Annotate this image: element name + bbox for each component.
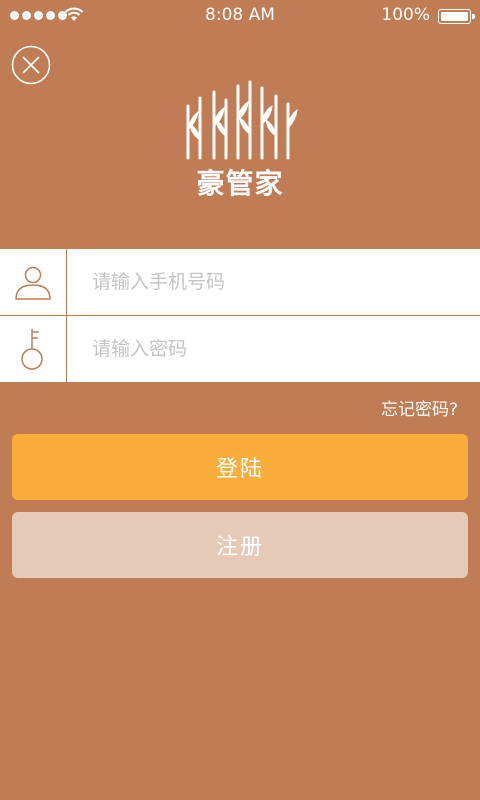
login-form: [0, 249, 480, 382]
phone-input[interactable]: [92, 262, 462, 302]
icon-column-divider: [66, 249, 67, 382]
app-logo-text: 豪管家: [196, 167, 284, 200]
password-row: [0, 316, 480, 382]
login-button[interactable]: 登陆: [12, 434, 468, 500]
register-button[interactable]: 注册: [12, 512, 468, 578]
key-icon: [0, 316, 66, 382]
status-bar: 8:08 AM 100%: [0, 0, 480, 32]
login-screen: 8:08 AM 100% 豪管家 请输入手机号码 忘记密码? 登陆 注册: [0, 0, 480, 800]
phone-row: [0, 249, 480, 315]
app-logo: 豪管家: [180, 78, 300, 200]
wheat-stalks-logo-icon: [186, 80, 298, 160]
user-icon: [0, 249, 66, 315]
battery-icon: [438, 9, 475, 24]
battery-percentage: 100%: [381, 5, 430, 25]
forgot-password-link[interactable]: 忘记密码?: [381, 395, 458, 420]
close-icon[interactable]: [11, 45, 51, 85]
password-input[interactable]: [92, 329, 462, 369]
